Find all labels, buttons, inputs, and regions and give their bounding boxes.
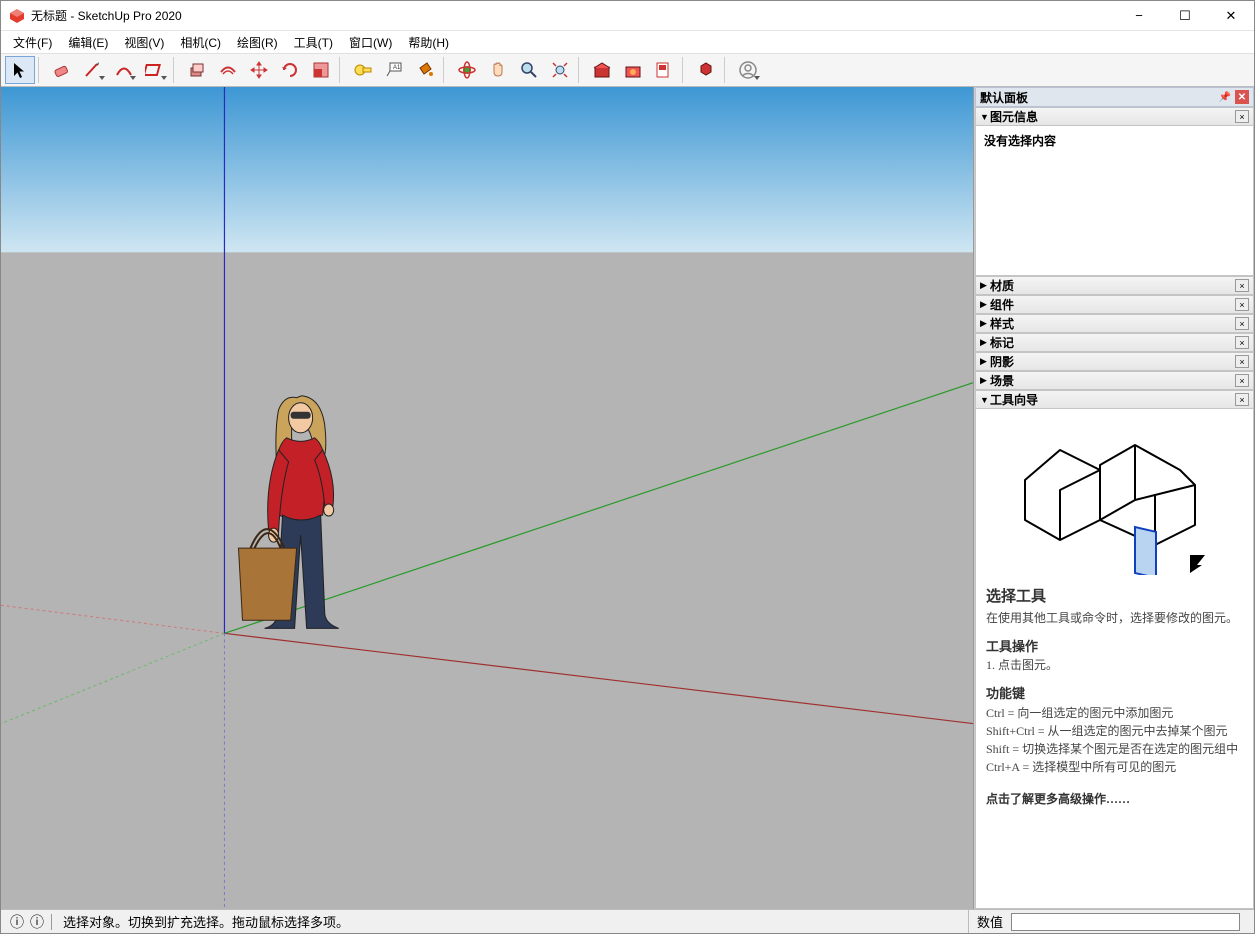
collapse-icon: ▼ (980, 112, 990, 122)
panel-tags-header[interactable]: ▶标记× (975, 333, 1254, 352)
window-title: 无标题 - SketchUp Pro 2020 (31, 7, 1116, 24)
zoom-tool-button[interactable] (514, 56, 544, 84)
tray-close-button[interactable]: ✕ (1235, 90, 1249, 104)
panel-materials-header[interactable]: ▶材质× (975, 276, 1254, 295)
send-to-layout-button[interactable] (649, 56, 679, 84)
scale-tool-button[interactable] (306, 56, 336, 84)
extension-warehouse-button[interactable] (618, 56, 648, 84)
user-account-button[interactable] (733, 56, 763, 84)
panel-close-button[interactable]: × (1235, 317, 1249, 330)
toolbar-separator (724, 57, 730, 83)
zoom-extents-tool-button[interactable] (545, 56, 575, 84)
instructor-advanced-link[interactable]: 点击了解更多高级操作…… (986, 790, 1243, 808)
title-bar: 无标题 - SketchUp Pro 2020 − ☐ ✕ (1, 1, 1254, 31)
panel-scenes-header[interactable]: ▶场景× (975, 371, 1254, 390)
panel-close-button[interactable]: × (1235, 374, 1249, 387)
panel-styles-header[interactable]: ▶样式× (975, 314, 1254, 333)
menu-file[interactable]: 文件(F) (5, 32, 60, 53)
paint-bucket-tool-button[interactable] (410, 56, 440, 84)
panel-components-header[interactable]: ▶组件× (975, 295, 1254, 314)
toolbar-separator (38, 57, 44, 83)
panel-instructor-body: 选择工具 在使用其他工具或命令时，选择要修改的图元。 工具操作 1. 点击图元。… (975, 409, 1254, 909)
panel-close-button[interactable]: × (1235, 110, 1249, 123)
instructor-keys-title: 功能键 (986, 684, 1243, 704)
pushpull-tool-button[interactable] (182, 56, 212, 84)
minimize-button[interactable]: − (1116, 1, 1162, 31)
select-tool-button[interactable] (5, 56, 35, 84)
panel-entity-info-header[interactable]: ▼ 图元信息 × (975, 107, 1254, 126)
pan-tool-button[interactable] (483, 56, 513, 84)
close-button[interactable]: ✕ (1208, 1, 1254, 31)
3d-warehouse-button[interactable] (587, 56, 617, 84)
line-tool-button[interactable] (78, 56, 108, 84)
panel-shadows-header[interactable]: ▶阴影× (975, 352, 1254, 371)
menu-edit[interactable]: 编辑(E) (60, 32, 116, 53)
instructor-tool-title: 选择工具 (986, 586, 1243, 609)
eraser-tool-button[interactable] (47, 56, 77, 84)
menu-bar: 文件(F) 编辑(E) 视图(V) 相机(C) 绘图(R) 工具(T) 窗口(W… (1, 31, 1254, 53)
menu-draw[interactable]: 绘图(R) (229, 32, 286, 53)
instructor-illustration (986, 417, 1243, 582)
menu-camera[interactable]: 相机(C) (172, 32, 229, 53)
geolocation-icon[interactable]: ⓘ (27, 912, 47, 932)
orbit-tool-button[interactable] (452, 56, 482, 84)
instructor-op-title: 工具操作 (986, 637, 1243, 657)
help-icon[interactable]: ⓘ (7, 912, 27, 932)
offset-tool-button[interactable] (213, 56, 243, 84)
panel-entity-info-body: 没有选择内容 (975, 126, 1254, 276)
toolbar-separator (682, 57, 688, 83)
default-tray: 默认面板 📌 ✕ ▼ 图元信息 × 没有选择内容 ▶材质× ▶组件× ▶样式× … (974, 87, 1254, 909)
move-tool-button[interactable] (244, 56, 274, 84)
arc-tool-button[interactable] (109, 56, 139, 84)
instructor-tool-desc: 在使用其他工具或命令时，选择要修改的图元。 (986, 609, 1243, 627)
extension-manager-button[interactable] (691, 56, 721, 84)
pin-icon[interactable]: 📌 (1219, 92, 1231, 103)
panel-close-button[interactable]: × (1235, 393, 1249, 406)
panel-close-button[interactable]: × (1235, 336, 1249, 349)
menu-tools[interactable]: 工具(T) (286, 32, 341, 53)
toolbar: A1 (1, 53, 1254, 87)
vcb-input[interactable] (1011, 913, 1240, 931)
menu-help[interactable]: 帮助(H) (400, 32, 457, 53)
status-hint: 选择对象。切换到扩充选择。拖动鼠标选择多项。 (63, 912, 968, 931)
toolbar-separator (339, 57, 345, 83)
tray-title: 默认面板 (980, 89, 1028, 106)
app-icon (9, 8, 25, 24)
panel-close-button[interactable]: × (1235, 279, 1249, 292)
measurements-box: 数值 (968, 910, 1248, 933)
maximize-button[interactable]: ☐ (1162, 1, 1208, 31)
rotate-tool-button[interactable] (275, 56, 305, 84)
tray-header[interactable]: 默认面板 📌 ✕ (975, 87, 1254, 107)
tape-measure-tool-button[interactable] (348, 56, 378, 84)
toolbar-separator (173, 57, 179, 83)
toolbar-separator (443, 57, 449, 83)
svg-text:A1: A1 (393, 65, 401, 71)
toolbar-separator (578, 57, 584, 83)
panel-instructor-header[interactable]: ▼工具向导× (975, 390, 1254, 409)
panel-close-button[interactable]: × (1235, 298, 1249, 311)
viewport-3d[interactable] (1, 87, 974, 909)
vcb-label: 数值 (977, 912, 1003, 931)
text-tool-button[interactable]: A1 (379, 56, 409, 84)
menu-view[interactable]: 视图(V) (116, 32, 172, 53)
shape-tool-button[interactable] (140, 56, 170, 84)
status-bar: ⓘ ⓘ 选择对象。切换到扩充选择。拖动鼠标选择多项。 数值 (1, 909, 1254, 933)
panel-close-button[interactable]: × (1235, 355, 1249, 368)
menu-window[interactable]: 窗口(W) (341, 32, 400, 53)
